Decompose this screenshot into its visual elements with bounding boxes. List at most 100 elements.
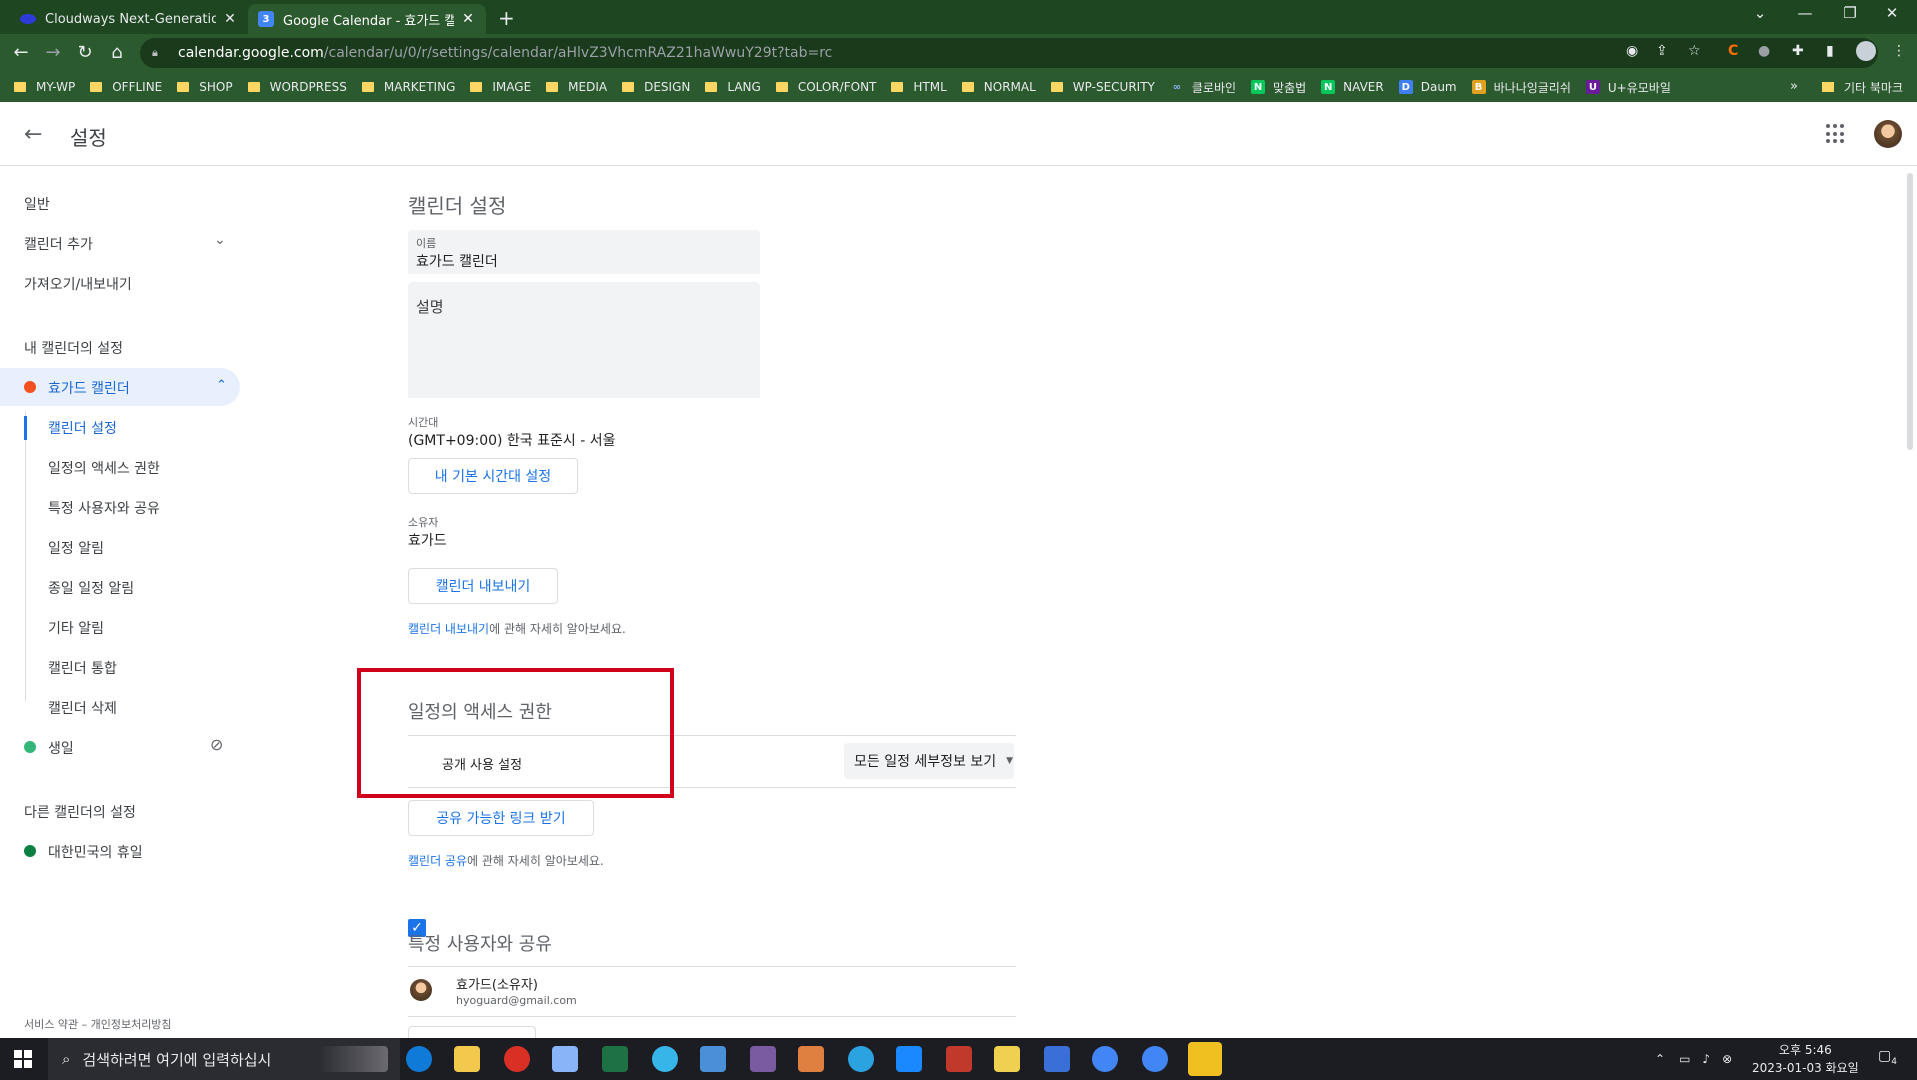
app-red-circle-icon[interactable] — [504, 1046, 530, 1072]
bookmark-site[interactable]: B 바나나잉글리쉬 — [1471, 79, 1571, 96]
new-tab-button[interactable]: + — [498, 6, 515, 30]
bookmark-folder[interactable]: OFFLINE — [90, 80, 162, 94]
app-camera-icon[interactable] — [896, 1046, 922, 1072]
visibility-dropdown[interactable]: 모든 일정 세부정보 보기 ▼ — [844, 743, 1014, 779]
bookmark-folder[interactable]: MARKETING — [361, 80, 455, 94]
page-title: 설정 — [70, 126, 107, 150]
app-blue-icon[interactable] — [552, 1046, 578, 1072]
daum-icon: D — [1398, 80, 1413, 94]
app-purple-icon[interactable] — [750, 1046, 776, 1072]
back-arrow-icon[interactable]: ← — [24, 122, 42, 147]
description-field[interactable] — [408, 282, 760, 398]
clovine-icon: ∞ — [1172, 81, 1182, 93]
taskbar-clock[interactable]: 오후 5:46 2023-01-03 화요일 — [1752, 1041, 1859, 1077]
highlight-annotation-box — [357, 668, 674, 798]
home-icon[interactable]: ⌂ — [106, 42, 128, 63]
tray-expand-icon[interactable]: ⌃ — [1655, 1052, 1665, 1066]
menu-kebab-icon[interactable]: ⋮ — [1892, 43, 1906, 59]
app-triangle-icon[interactable] — [1044, 1046, 1070, 1072]
banana-english-icon: B — [1471, 80, 1486, 94]
network-icon[interactable]: ▭ — [1679, 1052, 1690, 1066]
notification-icon[interactable]: ▢4 — [1878, 1048, 1897, 1067]
bookmark-site[interactable]: U U+유모바일 — [1585, 79, 1671, 96]
file-explorer-icon[interactable] — [454, 1046, 480, 1072]
bookmark-folder[interactable]: MEDIA — [546, 80, 607, 94]
folder-icon — [1050, 82, 1063, 92]
default-timezone-button[interactable]: 내 기본 시간대 설정 — [408, 458, 578, 494]
extension-c-icon[interactable]: C — [1728, 43, 1738, 59]
app-bird-icon[interactable] — [652, 1046, 678, 1072]
chrome-icon[interactable] — [1142, 1046, 1168, 1072]
restore-button[interactable]: ❐ — [1830, 4, 1870, 22]
bookmark-folder[interactable]: NORMAL — [961, 80, 1036, 94]
side-panel-icon[interactable]: ▮ — [1826, 43, 1834, 59]
browser-tab-google-calendar[interactable]: 3 Google Calendar - 효가드 캘린더 ✕ — [248, 4, 486, 34]
share-icon[interactable]: ⇪ — [1656, 43, 1668, 59]
bookmark-folder[interactable]: COLOR/FONT — [775, 80, 876, 94]
filezilla-icon[interactable] — [946, 1046, 972, 1072]
app-orange-icon[interactable] — [798, 1046, 824, 1072]
minimize-button[interactable]: — — [1785, 4, 1825, 22]
close-icon[interactable]: ✕ — [460, 11, 476, 27]
kakaotalk-icon[interactable] — [1188, 1042, 1222, 1076]
bookmark-folder[interactable]: WORDPRESS — [247, 80, 347, 94]
status-x-icon[interactable]: ⊗ — [1722, 1052, 1732, 1066]
eye-icon[interactable]: ◉ — [1626, 43, 1638, 59]
settings-header: ← 설정 — [0, 102, 1917, 166]
profile-avatar[interactable] — [1856, 41, 1876, 61]
address-bar[interactable]: 🔒︎ calendar.google.com/calendar/u/0/r/se… — [140, 38, 1878, 68]
reload-icon[interactable]: ↻ — [74, 42, 96, 63]
bookmarks-overflow-button[interactable]: » — [1790, 79, 1798, 94]
tab-label: Cloudways Next-Generation Clo — [45, 11, 216, 27]
bookmark-folder[interactable]: LANG — [705, 80, 761, 94]
owner-label: 소유자 — [408, 516, 439, 529]
extensions-puzzle-icon[interactable]: ✚ — [1792, 43, 1804, 59]
bookmark-site[interactable]: N NAVER — [1321, 80, 1384, 94]
back-icon[interactable]: ← — [10, 42, 32, 63]
bookmark-folder[interactable]: WP-SECURITY — [1050, 80, 1155, 94]
browser-tab-cloudways[interactable]: Cloudways Next-Generation Clo ✕ — [10, 4, 248, 34]
excel-icon[interactable] — [602, 1046, 628, 1072]
windows-start-icon[interactable] — [14, 1050, 32, 1068]
divider — [408, 966, 1016, 967]
system-tray: ⌃ ▭ ♪ ⊗ — [1655, 1038, 1732, 1080]
app-diamond-icon[interactable] — [994, 1046, 1020, 1072]
account-avatar[interactable] — [1874, 120, 1902, 148]
forward-icon[interactable]: → — [42, 42, 64, 63]
export-calendar-button[interactable]: 캘린더 내보내기 — [408, 568, 558, 604]
folder-icon — [90, 82, 103, 92]
share-help-link[interactable]: 캘린더 공유 — [408, 854, 467, 868]
folder-icon — [546, 82, 559, 92]
folder-icon — [891, 82, 904, 92]
browser-tabstrip: Cloudways Next-Generation Clo ✕ 3 Google… — [0, 0, 1917, 34]
telegram-icon[interactable] — [848, 1046, 874, 1072]
other-bookmarks-folder[interactable]: 기타 북마크 — [1822, 72, 1903, 102]
owner-avatar — [410, 979, 432, 1001]
calculator-icon[interactable] — [700, 1046, 726, 1072]
chrome-icon[interactable] — [1092, 1046, 1118, 1072]
search-icon: ⌕ — [62, 1050, 71, 1068]
volume-icon[interactable]: ♪ — [1702, 1052, 1710, 1066]
bookmark-site[interactable]: ∞ 클로바인 — [1170, 79, 1236, 96]
get-shareable-link-button[interactable]: 공유 가능한 링크 받기 — [408, 800, 594, 836]
name-label: 이름 — [416, 237, 437, 250]
folder-icon — [961, 82, 974, 92]
search-highlight-image — [318, 1046, 388, 1072]
bookmark-folder[interactable]: MY-WP — [14, 80, 75, 94]
add-people-button[interactable] — [408, 1026, 536, 1038]
bookmark-folder[interactable]: DESIGN — [622, 80, 690, 94]
scrollbar-thumb[interactable] — [1907, 173, 1913, 450]
bookmark-folder[interactable]: IMAGE — [470, 80, 531, 94]
window-close-button[interactable]: ✕ — [1872, 4, 1912, 22]
export-help-link[interactable]: 캘린더 내보내기 — [408, 622, 489, 636]
edge-icon[interactable] — [406, 1046, 432, 1072]
extension-search-icon[interactable]: ● — [1758, 43, 1770, 59]
bookmark-folder[interactable]: HTML — [891, 80, 947, 94]
tab-search-icon[interactable]: ⌄ — [1740, 4, 1780, 22]
bookmark-folder[interactable]: SHOP — [177, 80, 233, 94]
bookmark-site[interactable]: N 맞춤법 — [1251, 79, 1306, 96]
google-apps-icon[interactable] — [1826, 124, 1846, 144]
bookmark-site[interactable]: D Daum — [1398, 80, 1457, 94]
bookmark-star-icon[interactable]: ☆ — [1688, 43, 1701, 59]
close-icon[interactable]: ✕ — [222, 11, 238, 27]
